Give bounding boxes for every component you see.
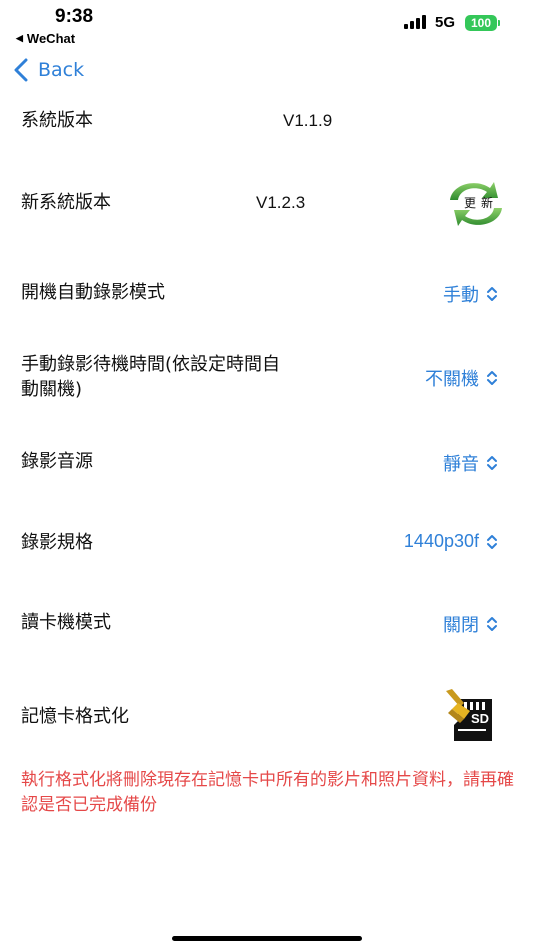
card-reader-mode-value: 關閉: [443, 615, 479, 636]
back-app-label: WeChat: [26, 31, 76, 46]
home-indicator[interactable]: [172, 936, 362, 941]
record-spec-label: 錄影規格: [21, 532, 93, 553]
record-spec-select[interactable]: 1440p30f: [404, 531, 498, 552]
update-icon-text-2: 新: [481, 195, 493, 210]
status-time: 9:38: [55, 6, 94, 27]
system-version-value: V1.1.9: [283, 111, 333, 130]
battery-tip: [498, 20, 500, 26]
back-triangle-icon: ◀: [16, 33, 23, 43]
record-spec-value: 1440p30f: [403, 531, 479, 551]
chevron-updown-icon: [487, 617, 497, 631]
standby-time-value: 不關機: [425, 369, 479, 390]
new-system-version-label: 新系統版本: [21, 192, 111, 213]
chevron-updown-icon: [487, 456, 497, 470]
auto-record-mode-select[interactable]: 手動: [443, 281, 498, 307]
chevron-updown-icon: [487, 287, 497, 301]
standby-time-label-line2: 動關機): [21, 379, 83, 400]
sd-icon-text: SD: [471, 711, 489, 726]
audio-source-select[interactable]: 靜音: [443, 450, 498, 476]
format-card-label: 記憶卡格式化: [21, 706, 129, 727]
chevron-updown-icon: [487, 371, 497, 385]
auto-record-mode-label: 開機自動錄影模式: [21, 282, 165, 303]
network-type: 5G: [435, 14, 456, 31]
format-warning-text: 執行格式化將刪除現存在記憶卡中所有的影片和照片資料，請再確認是否已完成備份: [21, 770, 514, 815]
auto-record-mode-value: 手動: [443, 285, 479, 306]
sd-card-format-icon[interactable]: SD: [444, 689, 502, 743]
back-button[interactable]: Back: [14, 58, 84, 82]
audio-source-value: 靜音: [443, 454, 479, 475]
chevron-updown-icon: [487, 534, 497, 549]
card-reader-mode-select[interactable]: 關閉: [443, 611, 498, 637]
chevron-left-icon: [14, 58, 28, 82]
standby-time-select[interactable]: 不關機: [425, 365, 498, 391]
back-to-app-link[interactable]: ◀ WeChat: [16, 31, 75, 46]
battery-icon: 100: [465, 15, 497, 31]
back-label: Back: [38, 59, 85, 81]
audio-source-label: 錄影音源: [21, 451, 93, 472]
update-icon-text-1: 更: [464, 196, 476, 210]
cellular-signal-icon: [404, 15, 426, 29]
new-system-version-value: V1.2.3: [256, 193, 306, 212]
system-version-label: 系統版本: [21, 110, 93, 131]
standby-time-label-line1: 手動錄影待機時間(依設定時間自: [21, 354, 281, 375]
update-icon[interactable]: 更 新: [440, 176, 512, 232]
card-reader-mode-label: 讀卡機模式: [21, 612, 111, 633]
